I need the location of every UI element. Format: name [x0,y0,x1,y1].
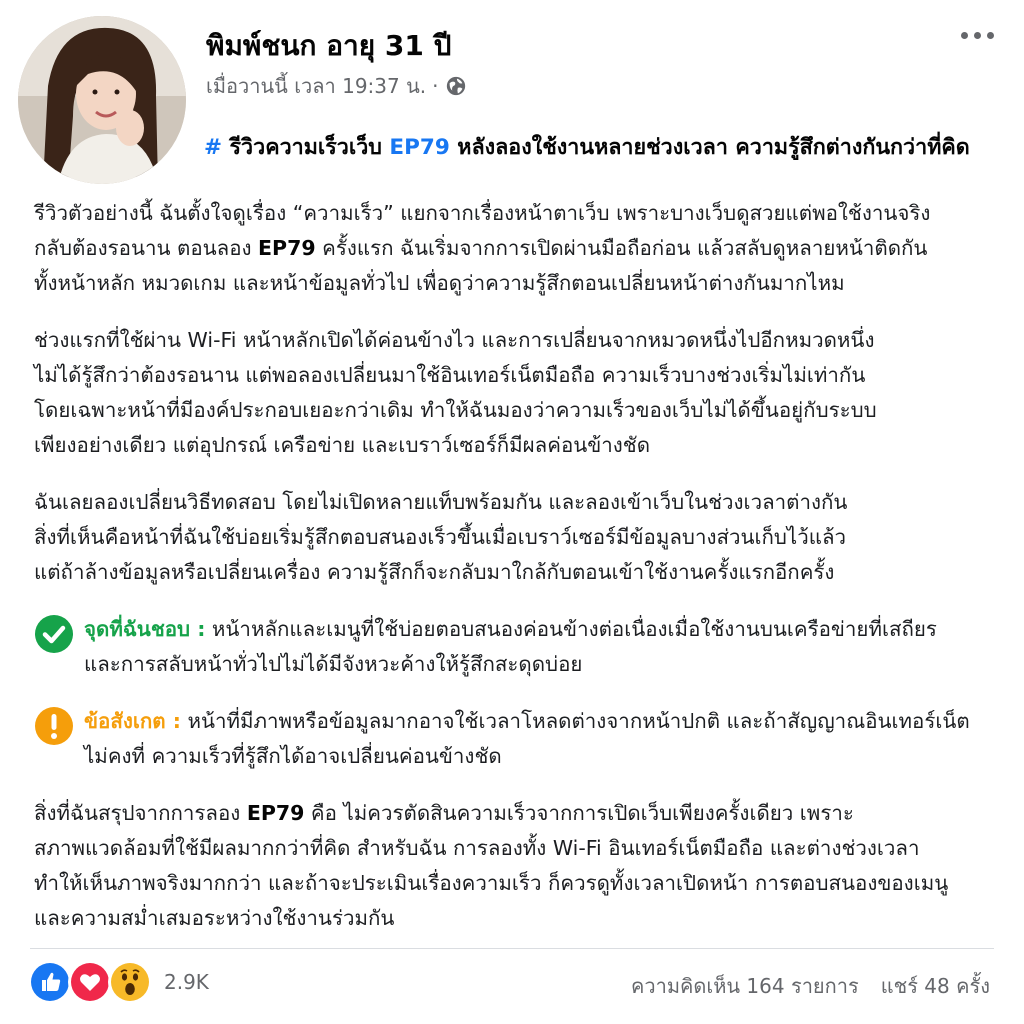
text-line: สิ่งที่ฉันสรุปจากการลอง EP79 คือ ไม่ควรต… [34,796,994,831]
text-segment: กลับต้องรอนาน ตอนลอง [34,236,259,260]
text-line: สิ่งที่เห็นคือหน้าที่ฉันใช้บ่อยเริ่มรู้ส… [34,525,847,549]
text-line: ทำให้เห็นภาพจริงมากกว่า และถ้าจะประเมินเ… [34,871,949,895]
meta-separator: · [432,74,439,98]
avatar[interactable] [18,16,186,184]
text-line: เพียงอย่างเดียว แต่อุปกรณ์ เครือข่าย และ… [34,433,651,457]
text-line: ฉันเลยลองเปลี่ยนวิธีทดสอบ โดยไม่เปิดหลาย… [34,490,848,514]
text-line: สภาพแวดล้อมที่ใช้มีผลมากกว่าที่คิด สำหรั… [34,836,920,860]
dot [974,32,981,39]
hashtag-symbol[interactable]: # [204,135,222,160]
check-circle-icon [35,615,73,653]
wow-reaction-icon[interactable] [108,960,152,1004]
text-line: ไม่คงที่ ความเร็วที่รู้สึกได้อาจเปลี่ยนค… [84,744,502,768]
text-line: รีวิวตัวอย่างนี้ ฉันตั้งใจดูเรื่อง “ความ… [34,201,931,225]
warning-circle-icon [35,707,73,745]
keyword-ep79: EP79 [258,236,316,260]
warn-note: ข้อสังเกต : หน้าที่มีภาพหรือข้อมูลมากอาจ… [34,704,994,774]
paragraph-intro: รีวิวตัวอย่างนี้ ฉันตั้งใจดูเรื่อง “ความ… [34,196,994,301]
text-line: ช่วงแรกที่ใช้ผ่าน Wi-Fi หน้าหลักเปิดได้ค… [34,328,875,352]
globe-icon[interactable] [445,75,467,97]
text-segment: หน้าที่มีภาพหรือข้อมูลมากอาจใช้เวลาโหลดต… [180,709,970,733]
post-headline: # รีวิวความเร็วเว็บ EP79 หลังลองใช้งานหล… [204,130,970,164]
paragraph-testing: ฉันเลยลองเปลี่ยนวิธีทดสอบ โดยไม่เปิดหลาย… [34,485,994,590]
text-segment: สิ่งที่ฉันสรุปจากการลอง [34,801,247,825]
engagement-stats: ความคิดเห็น 164 รายการ แชร์ 48 ครั้ง [631,970,990,1002]
like-reaction-icon[interactable] [28,960,72,1004]
post-body: รีวิวตัวอย่างนี้ ฉันตั้งใจดูเรื่อง “ความ… [34,196,994,958]
post-meta: เมื่อวานนี้ เวลา 19:37 น. · [206,70,467,102]
text-segment: คือ ไม่ควรตัดสินความเร็วจากการเปิดเว็บเพ… [304,801,854,825]
text-segment: ครั้งแรก ฉันเริ่มจากการเปิดผ่านมือถือก่อ… [315,236,928,260]
post-timestamp[interactable]: เมื่อวานนี้ เวลา 19:37 น. [206,70,426,102]
author-name[interactable]: พิมพ์ชนก อายุ 31 ปี [206,24,451,68]
reactions-summary[interactable]: 2.9K [28,960,209,1004]
text-line: และการสลับหน้าทั่วไปไม่ได้มีจังหวะค้างให… [84,652,583,676]
paragraph-network: ช่วงแรกที่ใช้ผ่าน Wi-Fi หน้าหลักเปิดได้ค… [34,323,994,463]
text-line: ไม่ได้รู้สึกว่าต้องรอนาน แต่พอลองเปลี่ยน… [34,363,866,387]
text-line: โดยเฉพาะหน้าที่มีองค์ประกอบเยอะกว่าเดิม … [34,398,877,422]
text-line: กลับต้องรอนาน ตอนลอง EP79 ครั้งแรก ฉันเร… [34,231,994,266]
text-line: ทั้งหน้าหลัก หมวดเกม และหน้าข้อมูลทั่วไป… [34,271,845,295]
text-line: จุดที่ฉันชอบ : หน้าหลักและเมนูที่ใช้บ่อย… [84,612,994,647]
warn-note-label: ข้อสังเกต : [84,709,181,733]
keyword-ep79: EP79 [246,801,305,825]
text-line: แต่ถ้าล้างข้อมูลหรือเปลี่ยนเครื่อง ความร… [34,560,835,584]
reaction-count[interactable]: 2.9K [164,970,209,994]
like-note-label: จุดที่ฉันชอบ : [84,617,206,641]
headline-text-pre: รีวิวความเร็วเว็บ [222,135,390,160]
more-options-icon[interactable] [961,32,994,39]
shares-count-link[interactable]: แชร์ 48 ครั้ง [881,970,990,1002]
love-reaction-icon[interactable] [68,960,112,1004]
like-note: จุดที่ฉันชอบ : หน้าหลักและเมนูที่ใช้บ่อย… [34,612,994,682]
text-segment: หน้าหลักและเมนูที่ใช้บ่อยตอบสนองค่อนข้าง… [205,617,937,641]
footer-divider [30,948,994,949]
profile-photo [18,16,186,184]
dot [987,32,994,39]
paragraph-summary: สิ่งที่ฉันสรุปจากการลอง EP79 คือ ไม่ควรต… [34,796,994,936]
headline-keyword[interactable]: EP79 [389,135,449,160]
headline-text-post: หลังลองใช้งานหลายช่วงเวลา ความรู้สึกต่าง… [449,135,970,160]
dot [961,32,968,39]
text-line: ข้อสังเกต : หน้าที่มีภาพหรือข้อมูลมากอาจ… [84,704,994,739]
comments-count-link[interactable]: ความคิดเห็น 164 รายการ [631,970,859,1002]
text-line: และความสม่ำเสมอระหว่างใช้งานร่วมกัน [34,906,395,930]
